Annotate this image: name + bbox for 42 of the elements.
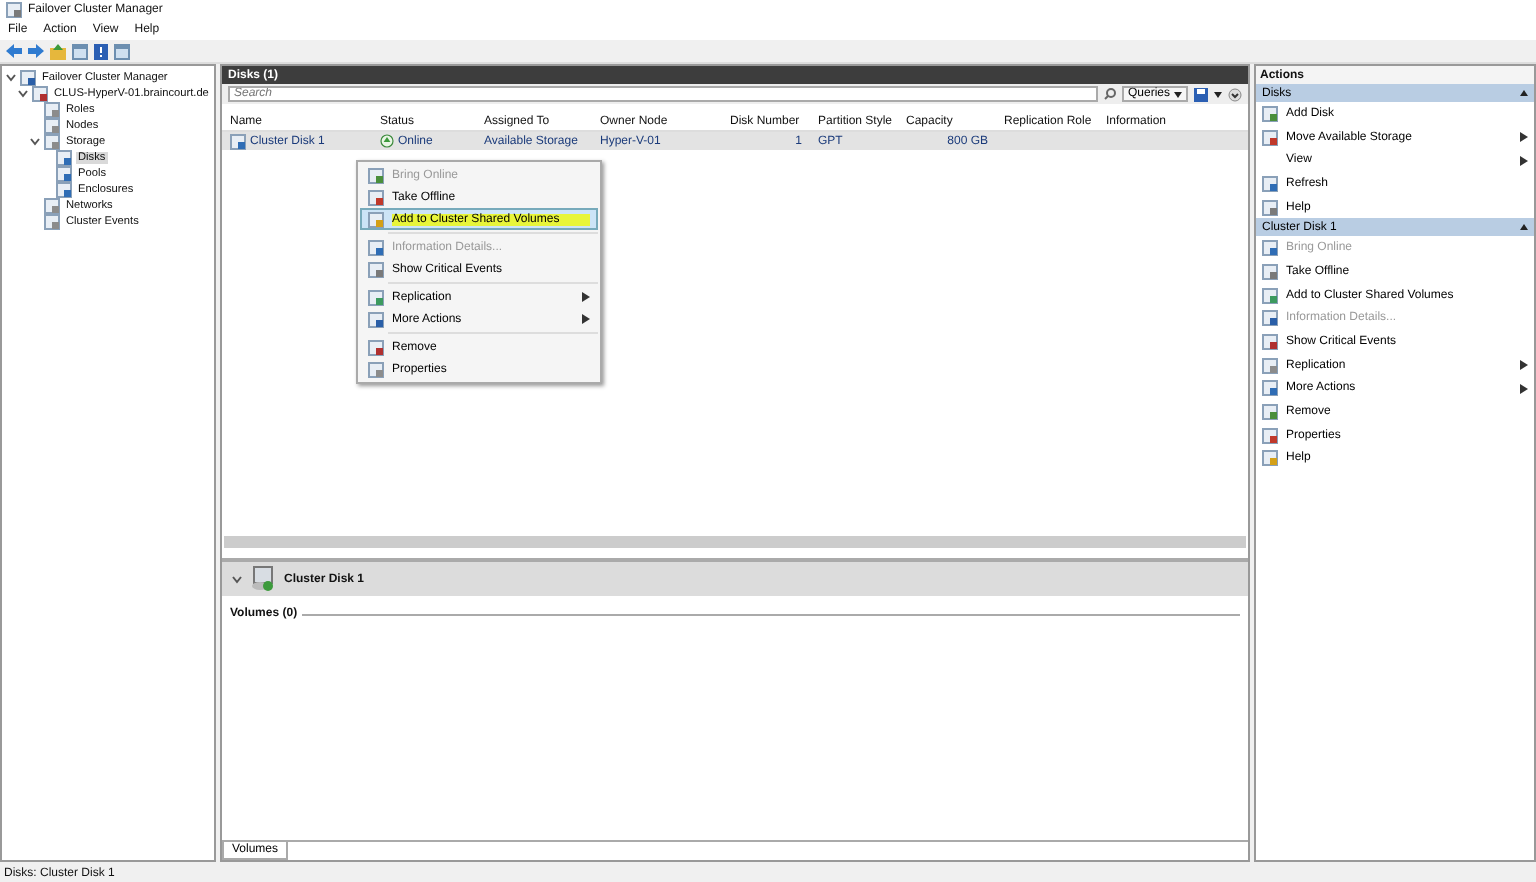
command-icon xyxy=(1262,129,1278,146)
save-icon[interactable] xyxy=(1194,87,1208,101)
command-icon xyxy=(1262,380,1278,397)
app-icon xyxy=(6,2,22,18)
command-icon xyxy=(1262,105,1278,122)
command-icon xyxy=(1262,334,1278,351)
command-icon xyxy=(1262,310,1278,327)
command-icon xyxy=(1262,287,1278,304)
menu-item-icon xyxy=(368,311,384,327)
panel-icon[interactable] xyxy=(72,43,88,59)
menu-item-icon xyxy=(368,339,384,355)
menu-item-icon xyxy=(368,239,384,255)
dropdown-icon[interactable] xyxy=(1214,91,1222,97)
status-online-icon xyxy=(380,134,394,148)
command-icon xyxy=(1262,427,1278,444)
expand-chevron-icon[interactable] xyxy=(6,74,16,82)
collapse-icon xyxy=(1520,224,1528,231)
menu-item-icon xyxy=(368,167,384,183)
menu-item-icon xyxy=(368,211,384,227)
expand-chevron-icon[interactable] xyxy=(30,138,40,146)
expand-chevron-icon[interactable] xyxy=(18,90,28,98)
horizontal-scrollbar[interactable] xyxy=(224,536,1246,548)
dropdown-icon xyxy=(1174,91,1182,97)
menu-item-icon xyxy=(368,289,384,305)
panel-icon[interactable] xyxy=(114,43,130,59)
forward-arrow-icon[interactable] xyxy=(28,44,44,58)
back-arrow-icon[interactable] xyxy=(6,44,22,58)
search-icon[interactable] xyxy=(1103,88,1116,100)
command-icon xyxy=(1262,450,1278,467)
command-icon xyxy=(1262,263,1278,280)
command-icon xyxy=(1262,404,1278,421)
command-icon xyxy=(1262,357,1278,374)
command-icon xyxy=(1262,175,1278,192)
collapse-chevron-icon[interactable] xyxy=(232,575,242,583)
collapse-icon xyxy=(1520,90,1528,96)
menu-item-icon xyxy=(368,261,384,277)
collapse-icon[interactable] xyxy=(1228,87,1242,101)
menu-item-icon xyxy=(368,189,384,205)
folder-up-icon[interactable] xyxy=(50,43,66,59)
menu-item-icon xyxy=(368,361,384,377)
command-icon xyxy=(1262,240,1278,257)
command-icon xyxy=(1262,199,1278,216)
